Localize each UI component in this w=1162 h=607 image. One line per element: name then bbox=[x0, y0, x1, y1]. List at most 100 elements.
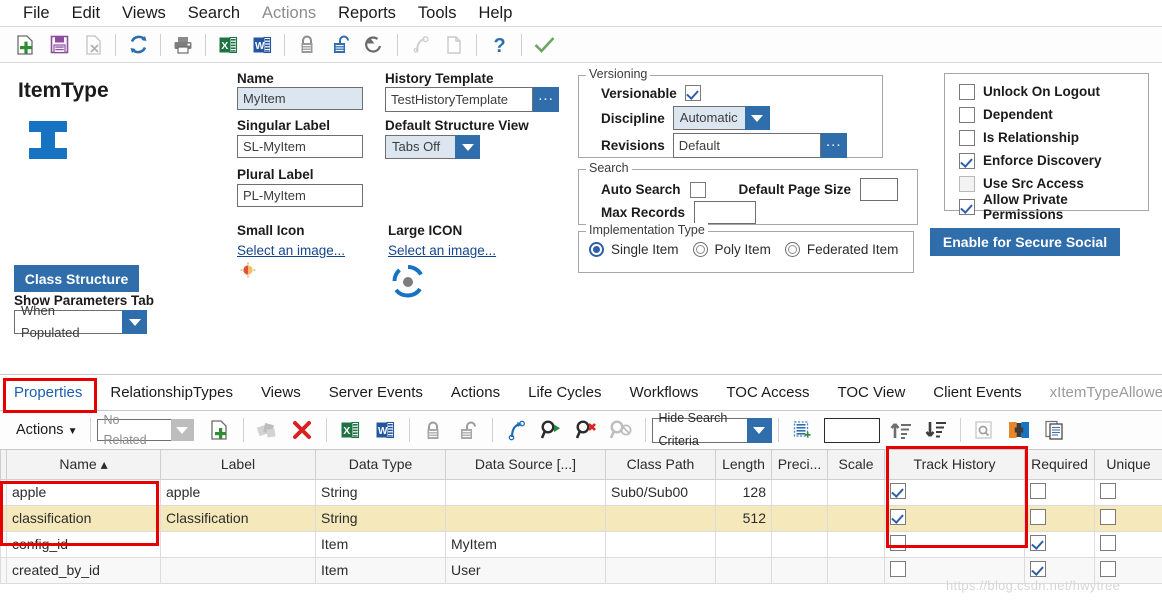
menu-item-search[interactable]: Search bbox=[177, 0, 251, 27]
cell-name[interactable]: config_id bbox=[6, 530, 161, 558]
cell-precision[interactable] bbox=[771, 504, 828, 532]
small-icon-select-link[interactable]: Select an image... bbox=[237, 243, 345, 258]
discipline-select[interactable]: Automatic bbox=[672, 106, 770, 130]
cell-unique[interactable] bbox=[1094, 504, 1162, 532]
tab-xitemtypeallowedproperties[interactable]: xItemTypeAllowedPrope bbox=[1036, 376, 1162, 410]
federated-item-radio[interactable] bbox=[784, 242, 800, 257]
run-search-icon[interactable] bbox=[534, 414, 569, 446]
single-item-radio[interactable] bbox=[589, 242, 604, 257]
cell-class-path[interactable] bbox=[605, 530, 716, 558]
tab-views[interactable]: Views bbox=[247, 376, 315, 410]
singular-label-input[interactable]: SL-MyItem bbox=[237, 135, 363, 158]
column-header-label[interactable]: Label bbox=[160, 450, 316, 480]
cell-class-path[interactable]: Sub0/Sub00 bbox=[605, 478, 716, 506]
cell-name[interactable]: classification bbox=[6, 504, 161, 532]
help-icon[interactable]: ? bbox=[482, 30, 516, 60]
track-history-checkbox[interactable] bbox=[890, 508, 906, 525]
column-header-precision[interactable]: Preci... bbox=[771, 450, 828, 480]
chevron-down-icon[interactable]: ▼ bbox=[68, 426, 78, 437]
cell-data-type[interactable]: String bbox=[315, 478, 446, 506]
enforce-discovery-checkbox[interactable] bbox=[959, 152, 975, 169]
column-header-data-type[interactable]: Data Type bbox=[315, 450, 446, 480]
page-number-input[interactable] bbox=[823, 417, 880, 443]
cell-scale[interactable] bbox=[827, 504, 885, 532]
default-page-size-input[interactable] bbox=[860, 178, 899, 201]
column-header-track-history[interactable]: Track History bbox=[884, 450, 1025, 480]
add-row-icon[interactable] bbox=[202, 414, 237, 446]
track-history-checkbox[interactable] bbox=[890, 534, 906, 551]
menu-item-reports[interactable]: Reports bbox=[327, 0, 407, 27]
unique-checkbox[interactable] bbox=[1100, 508, 1116, 525]
search-criteria-select[interactable]: Hide Search Criteria bbox=[651, 411, 772, 448]
required-checkbox[interactable] bbox=[1030, 482, 1046, 499]
versionable-checkbox[interactable] bbox=[684, 85, 701, 101]
enable-secure-social-button[interactable]: Enable for Secure Social bbox=[930, 228, 1120, 256]
class-structure-button[interactable]: Class Structure bbox=[14, 265, 139, 292]
poly-item-radio[interactable] bbox=[692, 242, 708, 257]
column-header-data-source[interactable]: Data Source [...] bbox=[445, 450, 606, 480]
cell-track-history[interactable] bbox=[884, 530, 1025, 558]
history-template-ellipsis-button[interactable]: ... bbox=[533, 87, 559, 112]
cell-precision[interactable] bbox=[771, 530, 828, 558]
cell-unique[interactable] bbox=[1094, 530, 1162, 558]
refresh-icon[interactable] bbox=[121, 30, 155, 60]
cell-class-path[interactable] bbox=[605, 556, 716, 584]
cell-name[interactable]: apple bbox=[6, 478, 161, 506]
tab-relationshiptypes[interactable]: RelationshipTypes bbox=[96, 376, 247, 410]
cell-unique[interactable] bbox=[1094, 478, 1162, 506]
max-records-input[interactable] bbox=[694, 201, 757, 224]
related-select[interactable]: No Related bbox=[96, 413, 194, 447]
cell-length[interactable]: 128 bbox=[715, 478, 772, 506]
cell-label[interactable]: apple bbox=[160, 478, 316, 506]
column-header-unique[interactable]: Unique bbox=[1094, 450, 1162, 480]
cell-data-type[interactable]: Item bbox=[315, 530, 446, 558]
save-icon[interactable] bbox=[42, 30, 76, 60]
unique-checkbox[interactable] bbox=[1100, 560, 1116, 577]
cell-data-type[interactable]: String bbox=[315, 504, 446, 532]
required-checkbox[interactable] bbox=[1030, 534, 1046, 551]
show-parameters-tab-select[interactable]: When Populated bbox=[14, 303, 147, 340]
default-structure-view-select[interactable]: Tabs Off bbox=[385, 135, 480, 159]
cell-data-type[interactable]: Item bbox=[315, 556, 446, 584]
name-input[interactable]: MyItem bbox=[237, 87, 363, 110]
cell-label[interactable] bbox=[160, 530, 316, 558]
cell-data-source[interactable]: User bbox=[445, 556, 606, 584]
sort-ascending-icon[interactable] bbox=[884, 414, 919, 446]
track-history-checkbox[interactable] bbox=[890, 560, 906, 577]
tab-properties[interactable]: Properties bbox=[0, 376, 96, 410]
is-relationship-checkbox[interactable] bbox=[959, 129, 975, 146]
cell-track-history[interactable] bbox=[884, 504, 1025, 532]
tab-life-cycles[interactable]: Life Cycles bbox=[514, 376, 615, 410]
sort-descending-icon[interactable] bbox=[919, 414, 954, 446]
cell-name[interactable]: created_by_id bbox=[6, 556, 161, 584]
chevron-down-icon[interactable] bbox=[122, 310, 147, 334]
chevron-down-icon[interactable] bbox=[744, 106, 770, 130]
cell-length[interactable]: 512 bbox=[715, 504, 772, 532]
cell-label[interactable]: Classification bbox=[160, 504, 316, 532]
tab-toc-access[interactable]: TOC Access bbox=[712, 376, 823, 410]
large-icon-select-link[interactable]: Select an image... bbox=[388, 243, 496, 258]
cell-precision[interactable] bbox=[771, 478, 828, 506]
tab-server-events[interactable]: Server Events bbox=[315, 376, 437, 410]
menu-item-edit[interactable]: Edit bbox=[61, 0, 111, 27]
tab-workflows[interactable]: Workflows bbox=[615, 376, 712, 410]
menu-item-tools[interactable]: Tools bbox=[407, 0, 468, 27]
chevron-down-icon[interactable] bbox=[455, 135, 480, 159]
revisions-input[interactable]: Default bbox=[672, 133, 821, 158]
track-history-checkbox[interactable] bbox=[890, 482, 906, 499]
cell-scale[interactable] bbox=[827, 478, 885, 506]
copy-rows-icon[interactable] bbox=[1037, 414, 1072, 446]
select-all-icon[interactable] bbox=[785, 414, 820, 446]
menu-item-actions[interactable]: Actions bbox=[251, 0, 327, 27]
column-header-name[interactable]: Name ▴ bbox=[6, 450, 161, 480]
table-row[interactable]: apple apple String Sub0/Sub00 128 bbox=[0, 478, 1162, 506]
grid-actions-menu[interactable]: Actions ▼ bbox=[10, 422, 84, 438]
column-header-length[interactable]: Length bbox=[715, 450, 772, 480]
unique-checkbox[interactable] bbox=[1100, 534, 1116, 551]
cell-length[interactable] bbox=[715, 530, 772, 558]
unique-checkbox[interactable] bbox=[1100, 482, 1116, 499]
unlock-icon[interactable] bbox=[324, 30, 358, 60]
chevron-down-icon[interactable] bbox=[170, 419, 194, 441]
cell-track-history[interactable] bbox=[884, 478, 1025, 506]
tab-actions[interactable]: Actions bbox=[437, 376, 514, 410]
